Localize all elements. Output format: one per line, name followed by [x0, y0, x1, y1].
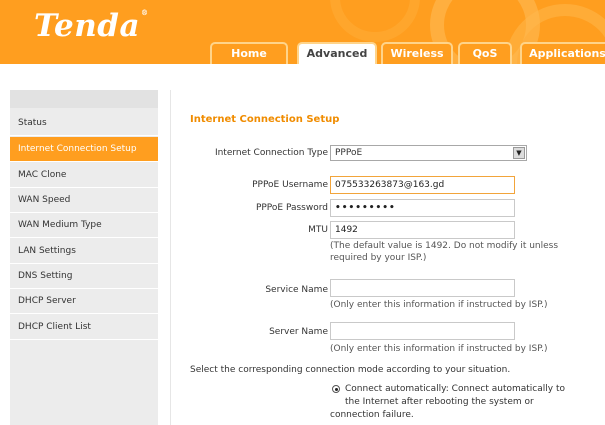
pppoe-password-input[interactable]: ••••••••• — [330, 199, 515, 217]
connect-automatically-text-line2: the Internet after rebooting the system … — [345, 397, 534, 407]
tab-home[interactable]: Home — [210, 42, 288, 64]
pppoe-username-label: PPPoE Username — [252, 180, 328, 190]
server-name-note: (Only enter this information if instruct… — [330, 344, 548, 354]
top-nav: Home Advanced Wireless QoS Applications — [0, 42, 605, 64]
decorative-circle — [330, 0, 420, 42]
tab-advanced[interactable]: Advanced — [297, 42, 377, 64]
connect-automatically-text-line3: connection failure. — [330, 410, 414, 420]
header-banner: Tenda® Home Advanced Wireless QoS Applic… — [0, 0, 605, 64]
sidebar-item-mac-clone[interactable]: MAC Clone — [10, 163, 158, 188]
sidebar-item-dhcp-client-list[interactable]: DHCP Client List — [10, 315, 158, 340]
mtu-note-line1: (The default value is 1492. Do not modif… — [330, 241, 559, 251]
server-name-input[interactable] — [330, 322, 515, 340]
connection-type-select[interactable]: PPPoE ▼ — [330, 145, 527, 161]
connect-automatically-radio[interactable] — [332, 385, 340, 393]
tab-applications[interactable]: Applications — [520, 42, 605, 64]
service-name-label: Service Name — [265, 285, 328, 295]
connection-type-value: PPPoE — [335, 148, 363, 158]
sidebar-item-dhcp-server[interactable]: DHCP Server — [10, 289, 158, 314]
sidebar-top-band — [10, 90, 158, 108]
tab-qos[interactable]: QoS — [458, 42, 512, 64]
content-divider — [170, 90, 171, 425]
tab-wireless[interactable]: Wireless — [381, 42, 453, 64]
sidebar-item-status[interactable]: Status — [10, 111, 158, 136]
pppoe-username-input[interactable]: 075533263873@163.gd — [330, 176, 515, 194]
server-name-label: Server Name — [269, 327, 328, 337]
pppoe-password-label: PPPoE Password — [255, 203, 328, 213]
mtu-label: MTU — [308, 225, 328, 235]
chevron-down-icon[interactable]: ▼ — [513, 147, 525, 159]
sidebar-item-dns-setting[interactable]: DNS Setting — [10, 264, 158, 289]
connect-automatically-text-line1: Connect automatically: Connect automatic… — [345, 384, 565, 394]
tenda-logo: Tenda® — [34, 8, 149, 44]
connection-mode-prompt: Select the corresponding connection mode… — [190, 365, 511, 375]
page-title: Internet Connection Setup — [190, 114, 340, 125]
sidebar-item-lan-settings[interactable]: LAN Settings — [10, 239, 158, 264]
mtu-input[interactable]: 1492 — [330, 221, 515, 239]
service-name-input[interactable] — [330, 279, 515, 297]
service-name-note: (Only enter this information if instruct… — [330, 300, 548, 310]
sidebar-item-internet-connection-setup[interactable]: Internet Connection Setup — [10, 137, 158, 162]
sidebar: Status Internet Connection Setup MAC Clo… — [10, 90, 158, 425]
sidebar-item-wan-speed[interactable]: WAN Speed — [10, 188, 158, 213]
connection-type-label: Internet Connection Type — [214, 148, 328, 158]
mtu-note-line2: required by your ISP.) — [330, 253, 427, 263]
sidebar-item-wan-medium-type[interactable]: WAN Medium Type — [10, 213, 158, 238]
main-content: Internet Connection Setup Internet Conne… — [178, 90, 598, 425]
